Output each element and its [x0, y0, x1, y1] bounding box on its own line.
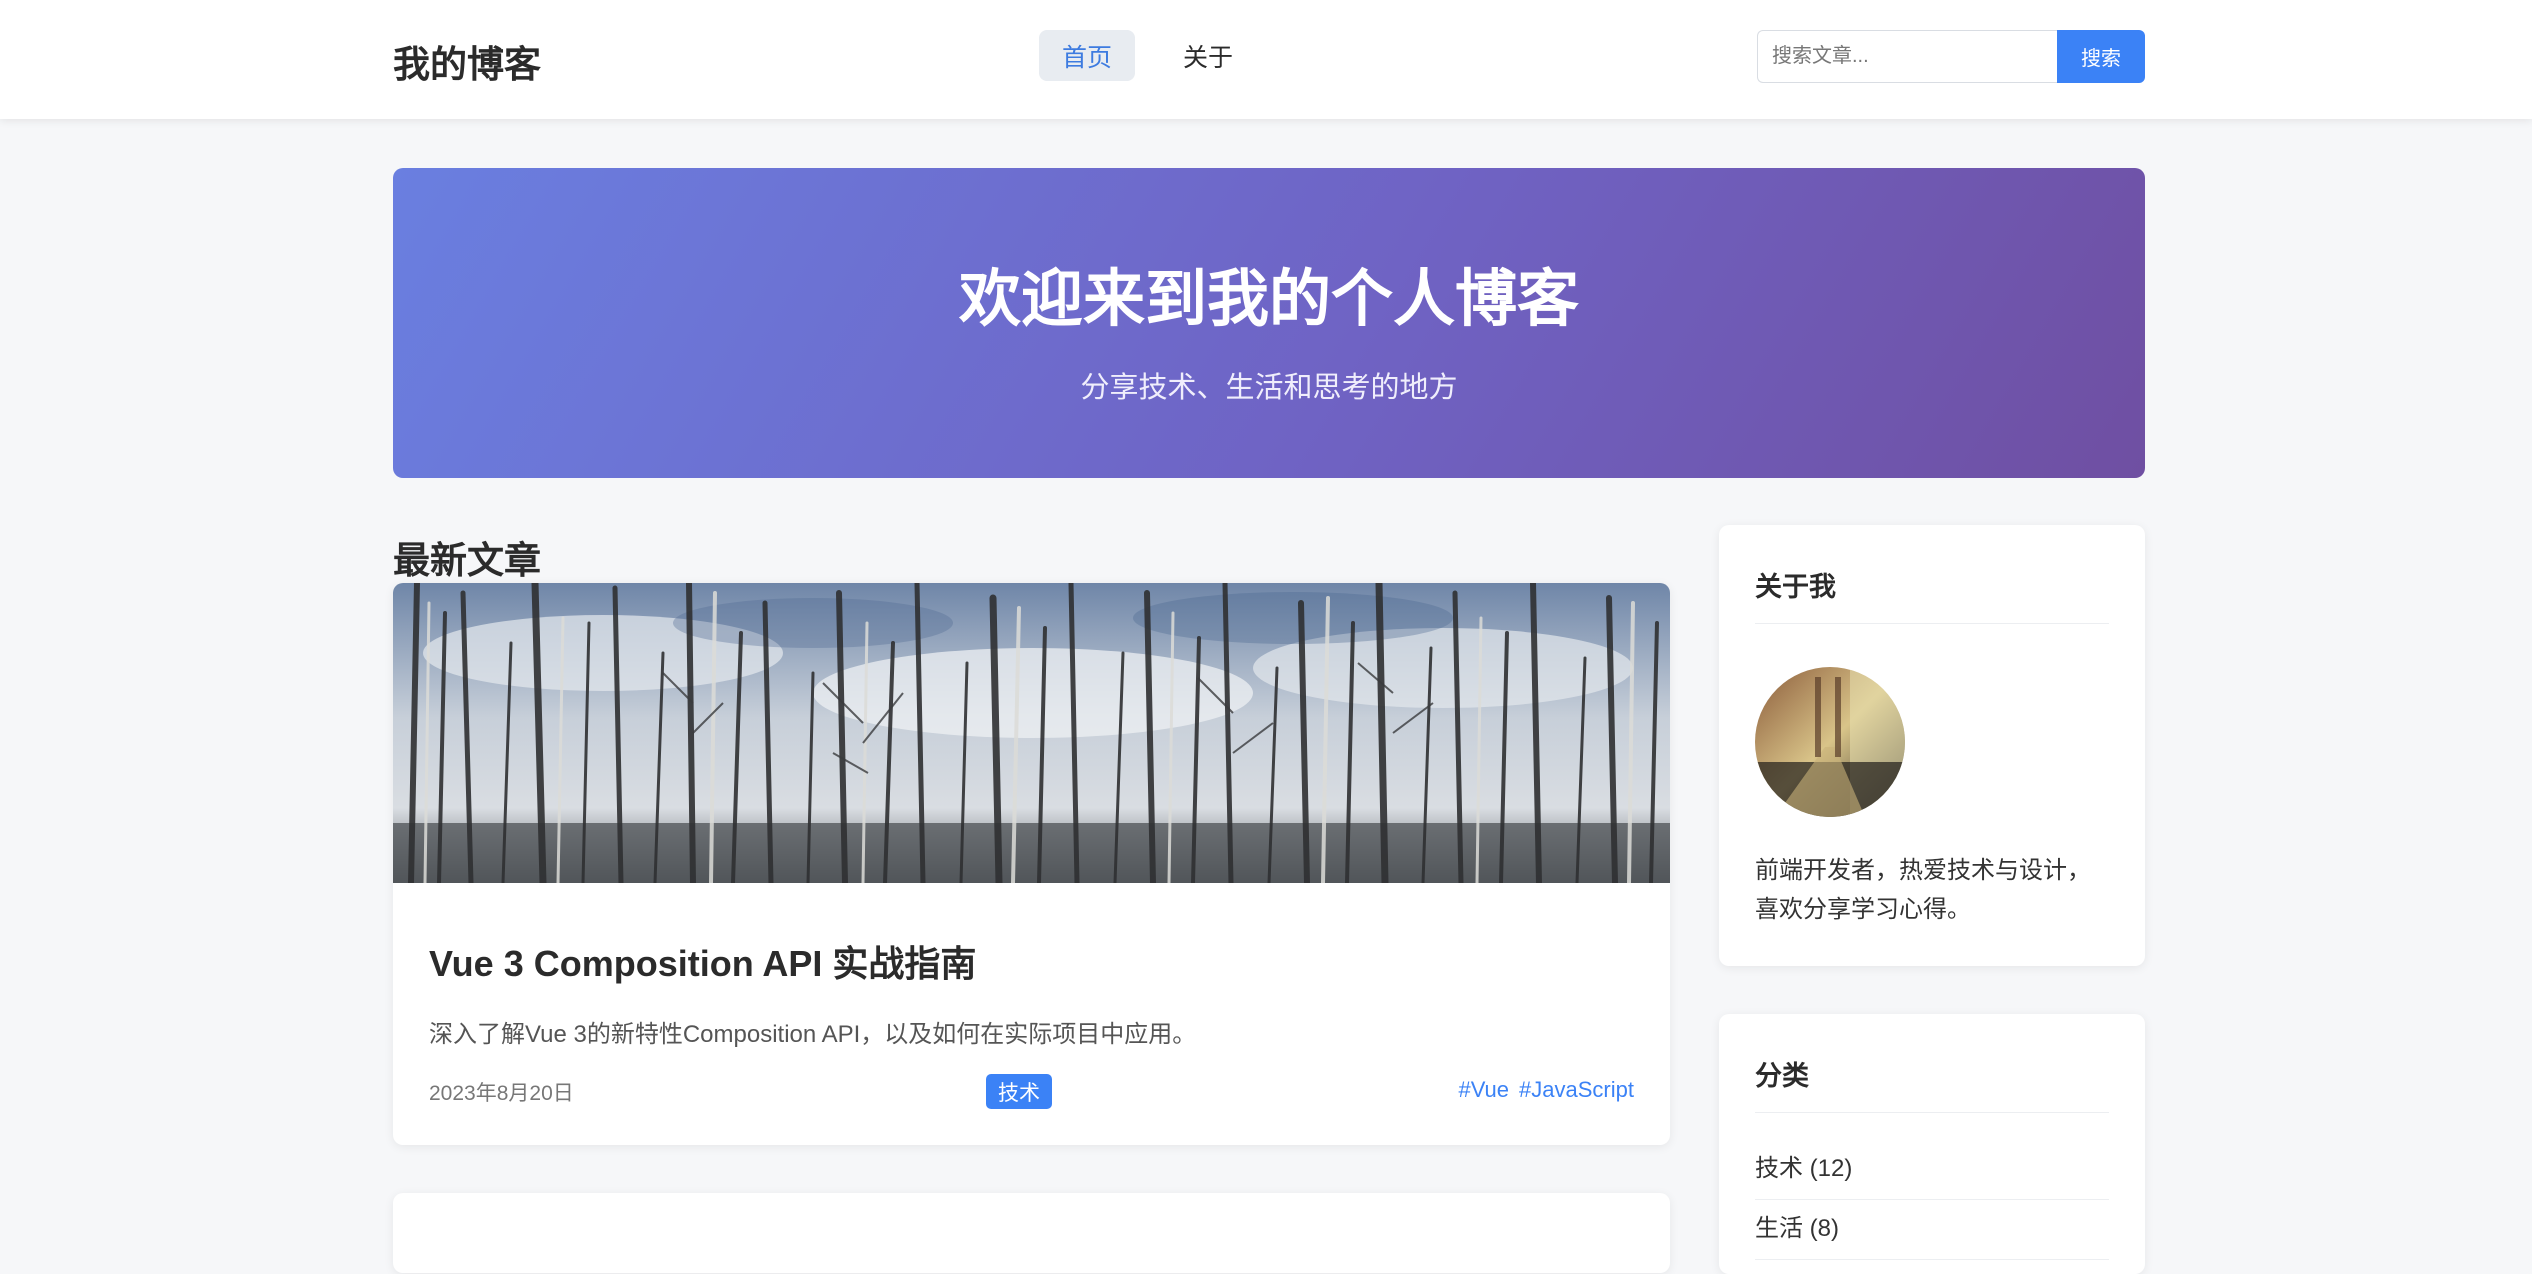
hero-banner: 欢迎来到我的个人博客 分享技术、生活和思考的地方 — [393, 168, 2145, 478]
about-bio-line: 前端开发者，热爱技术与设计， — [1755, 857, 2091, 884]
about-widget: 关于我 前端开发者，热爱技术与设计， 喜欢分享学习心得。 — [1719, 525, 2145, 966]
about-title: 关于我 — [1755, 565, 2109, 624]
categories-widget: 分类 技术 (12) 生活 (8) — [1719, 1014, 2145, 1274]
post-excerpt: 深入了解Vue 3的新特性Composition API，以及如何在实际项目中应… — [429, 1021, 1197, 1048]
category-item-life[interactable]: 生活 (8) — [1755, 1208, 2109, 1260]
about-bio-line: 喜欢分享学习心得。 — [1755, 896, 1971, 923]
top-navbar: 我的博客 首页 关于 搜索 — [0, 0, 2532, 119]
avatar — [1755, 667, 1905, 817]
search-input[interactable] — [1757, 30, 2058, 83]
about-bio: 前端开发者，热爱技术与设计， 喜欢分享学习心得。 — [1755, 851, 2115, 929]
search-button[interactable]: 搜索 — [2057, 30, 2145, 83]
post-cover-image[interactable] — [393, 583, 1670, 883]
tag-link[interactable]: #Vue — [1458, 1077, 1509, 1102]
nav-item-home[interactable]: 首页 — [1039, 30, 1135, 81]
post-title[interactable]: Vue 3 Composition API 实战指南 — [429, 935, 976, 987]
section-title: 最新文章 — [393, 540, 541, 581]
nav-item-about[interactable]: 关于 — [1160, 30, 1256, 81]
post-date: 2023年8月20日 — [429, 1082, 574, 1105]
post-tags: #Vue #JavaScript — [1448, 1077, 1634, 1103]
category-item-tech[interactable]: 技术 (12) — [1755, 1148, 2109, 1200]
hero-title: 欢迎来到我的个人博客 — [958, 265, 1579, 334]
post-category-badge[interactable]: 技术 — [986, 1074, 1052, 1109]
post-card[interactable] — [393, 1193, 1670, 1273]
post-card[interactable]: Vue 3 Composition API 实战指南 深入了解Vue 3的新特性… — [393, 583, 1670, 1145]
site-logo[interactable]: 我的博客 — [393, 34, 541, 88]
hero-subtitle: 分享技术、生活和思考的地方 — [1080, 372, 1458, 404]
categories-title: 分类 — [1755, 1054, 2109, 1113]
tag-link[interactable]: #JavaScript — [1519, 1077, 1634, 1102]
